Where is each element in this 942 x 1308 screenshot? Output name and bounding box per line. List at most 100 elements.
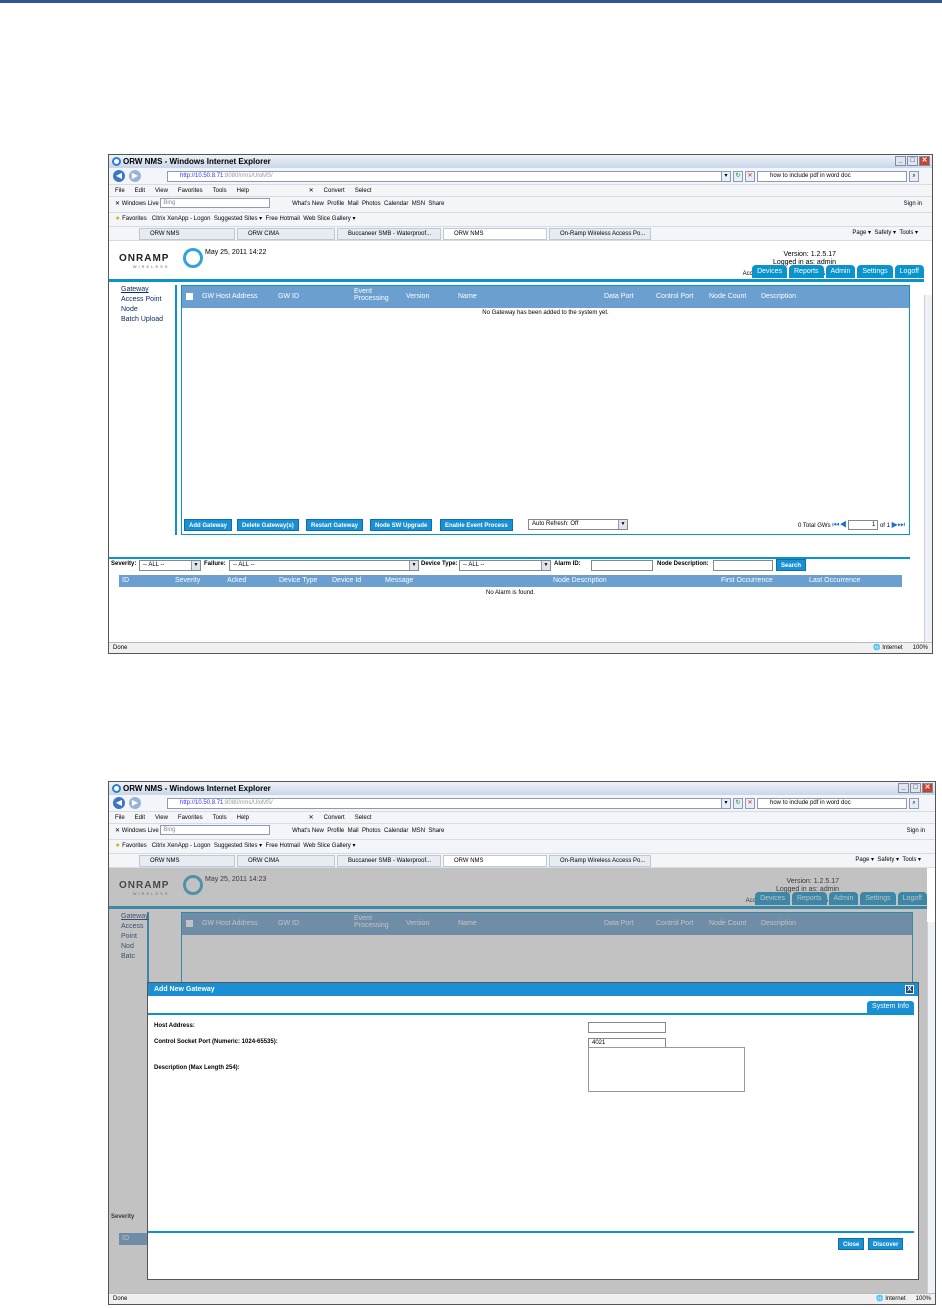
side-node[interactable]: Node <box>109 305 175 315</box>
tab-devices[interactable]: Devices <box>752 265 787 278</box>
minimize-icon[interactable]: _ <box>898 783 909 793</box>
tab-orw-nms-active[interactable]: ORW NMS <box>443 228 547 240</box>
wl-whats-new[interactable]: What's New <box>292 828 324 834</box>
wl-calendar[interactable]: Calendar <box>384 828 408 834</box>
col-host[interactable]: GW Host Address <box>202 293 258 300</box>
tab-on-ramp[interactable]: On-Ramp Wireless Access Po... <box>549 228 651 240</box>
tools-menu[interactable]: Tools ▾ <box>902 857 921 863</box>
menu-favorites[interactable]: Favorites <box>178 188 203 194</box>
page-menu[interactable]: Page ▾ <box>855 857 874 863</box>
bing-input[interactable]: Bing <box>160 825 271 836</box>
favorites-button[interactable]: Favorites <box>122 216 147 222</box>
bing-input[interactable]: Bing <box>160 198 271 209</box>
dialog-close-icon[interactable]: X <box>905 985 914 994</box>
menu-view[interactable]: View <box>155 188 168 194</box>
tab-orw-nms[interactable]: ORW NMS <box>139 855 235 867</box>
menu-favorites[interactable]: Favorites <box>178 815 203 821</box>
wl-msn[interactable]: MSN <box>412 828 425 834</box>
stop-icon[interactable]: ✕ <box>745 798 755 809</box>
stop-icon[interactable]: ✕ <box>745 171 755 182</box>
favorites-button[interactable]: Favorites <box>122 843 147 849</box>
description-textarea[interactable] <box>588 1047 745 1092</box>
menu-view[interactable]: View <box>155 815 168 821</box>
zoom-level[interactable]: 100% <box>916 1296 931 1302</box>
refresh-icon[interactable]: ↻ <box>733 171 743 182</box>
alarm-col-first[interactable]: First Occurrence <box>721 577 773 584</box>
side-access-point[interactable]: Access Point <box>109 295 175 305</box>
alarm-col-acked[interactable]: Acked <box>227 577 246 584</box>
tab-orw-nms[interactable]: ORW NMS <box>139 228 235 240</box>
alarm-col-device-id[interactable]: Device Id <box>332 577 361 584</box>
enable-event-button[interactable]: Enable Event Process <box>440 519 513 531</box>
alarm-col-id[interactable]: ID <box>122 577 129 584</box>
alarm-col-device-type[interactable]: Device Type <box>279 577 317 584</box>
alarm-id-input[interactable] <box>591 560 653 571</box>
close-icon[interactable]: ✕ <box>309 815 314 821</box>
safety-menu[interactable]: Safety ▾ <box>877 857 899 863</box>
sign-in-link[interactable]: Sign in <box>907 824 925 839</box>
maximize-icon[interactable]: □ <box>907 156 918 166</box>
prev-page-icon[interactable]: ◀ <box>839 520 846 529</box>
menu-file[interactable]: File <box>115 188 125 194</box>
refresh-icon[interactable]: ↻ <box>733 798 743 809</box>
tab-settings[interactable]: Settings <box>857 265 893 278</box>
convert-button[interactable]: Convert <box>324 815 345 821</box>
select-button[interactable]: Select <box>355 188 372 194</box>
tools-menu[interactable]: Tools ▾ <box>899 230 918 236</box>
wl-profile[interactable]: Profile <box>327 201 344 207</box>
wl-profile[interactable]: Profile <box>327 828 344 834</box>
close-icon[interactable]: ✕ <box>115 201 122 207</box>
delete-gateway-button[interactable]: Delete Gateway(s) <box>237 519 299 531</box>
fav-suggested[interactable]: Suggested Sites ▾ <box>214 216 262 222</box>
menu-edit[interactable]: Edit <box>135 815 145 821</box>
fav-hotmail[interactable]: Free Hotmail <box>266 216 300 222</box>
safety-menu[interactable]: Safety ▾ <box>874 230 896 236</box>
side-batch-upload[interactable]: Batch Upload <box>109 315 175 325</box>
col-name[interactable]: Name <box>458 293 477 300</box>
select-all-checkbox[interactable] <box>186 293 193 300</box>
device-type-select[interactable]: -- ALL -- ▼ <box>459 560 551 571</box>
last-page-icon[interactable]: ⏭ <box>898 520 905 529</box>
menu-edit[interactable]: Edit <box>135 188 145 194</box>
fav-suggested[interactable]: Suggested Sites ▾ <box>214 843 262 849</box>
wl-photos[interactable]: Photos <box>362 201 381 207</box>
alarm-col-last[interactable]: Last Occurrence <box>809 577 860 584</box>
fav-citrix[interactable]: Citrix XenApp - Logon <box>152 843 211 849</box>
tab-buccaneer[interactable]: Buccaneer SMB - Waterproof... <box>337 228 441 240</box>
wl-share[interactable]: Share <box>428 828 444 834</box>
wl-mail[interactable]: Mail <box>348 828 359 834</box>
col-version[interactable]: Version <box>406 293 429 300</box>
back-icon[interactable]: ◀ <box>113 797 125 809</box>
page-scrollbar[interactable] <box>924 295 932 643</box>
search-field[interactable]: how to include pdf in word doc <box>757 798 907 809</box>
tab-buccaneer[interactable]: Buccaneer SMB - Waterproof... <box>337 855 441 867</box>
tab-admin[interactable]: Admin <box>825 265 856 278</box>
col-data-port[interactable]: Data Port <box>604 293 634 300</box>
fav-citrix[interactable]: Citrix XenApp - Logon <box>152 216 211 222</box>
forward-icon[interactable]: ▶ <box>129 170 141 182</box>
failure-select[interactable]: -- ALL -- ▼ <box>229 560 419 571</box>
fav-web-slice[interactable]: Web Slice Gallery ▾ <box>303 843 355 849</box>
tab-orw-cima[interactable]: ORW CIMA <box>237 855 335 867</box>
menu-file[interactable]: File <box>115 815 125 821</box>
ie-tools-menu[interactable]: Page ▾ Safety ▾ Tools ▾ <box>852 227 918 240</box>
col-event[interactable]: Event Processing <box>354 288 394 302</box>
fav-hotmail[interactable]: Free Hotmail <box>266 843 300 849</box>
menu-help[interactable]: Help <box>237 188 249 194</box>
severity-select[interactable]: -- ALL -- ▼ <box>139 560 201 571</box>
host-address-input[interactable] <box>588 1022 666 1033</box>
system-info-tab[interactable]: System Info <box>867 1001 914 1013</box>
wl-msn[interactable]: MSN <box>412 201 425 207</box>
ie-tools-menu[interactable]: Page ▾ Safety ▾ Tools ▾ <box>855 854 921 867</box>
add-gateway-button[interactable]: Add Gateway <box>184 519 233 531</box>
dropdown-icon[interactable]: ▾ <box>721 171 731 182</box>
alarm-col-node-desc[interactable]: Node Description <box>553 577 607 584</box>
col-gw-id[interactable]: GW ID <box>278 293 299 300</box>
discover-button[interactable]: Discover <box>868 1238 904 1250</box>
menu-tools[interactable]: Tools <box>213 815 227 821</box>
wl-whats-new[interactable]: What's New <box>292 201 324 207</box>
sign-in-link[interactable]: Sign in <box>904 197 922 212</box>
col-node-count[interactable]: Node Count <box>709 293 746 300</box>
node-sw-upgrade-button[interactable]: Node SW Upgrade <box>370 519 433 531</box>
wl-share[interactable]: Share <box>428 201 444 207</box>
